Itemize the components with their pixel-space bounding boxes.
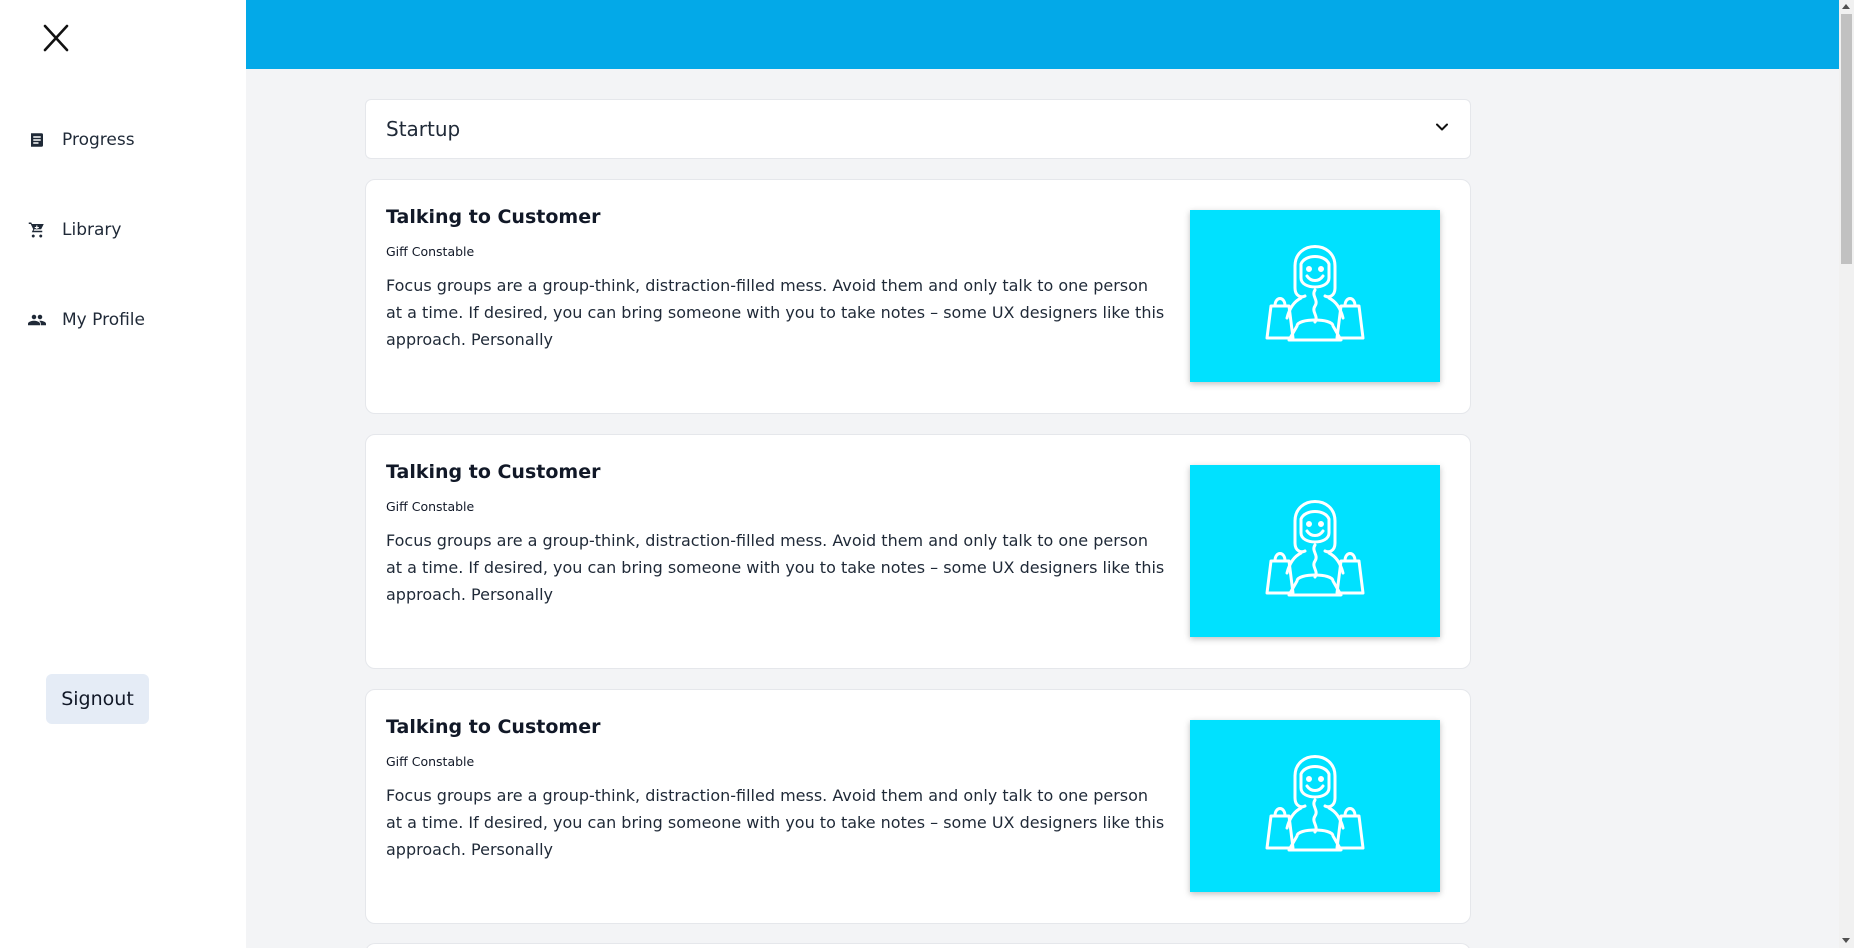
category-select-value: Startup	[386, 117, 461, 141]
book-card[interactable]: Talking to Customer Giff Constable Focus…	[365, 434, 1471, 669]
card-author: Giff Constable	[386, 754, 475, 769]
card-description: Focus groups are a group-think, distract…	[386, 786, 1165, 859]
top-bar	[246, 0, 1839, 69]
scrollbar-thumb[interactable]	[1841, 14, 1852, 264]
card-title: Talking to Customer	[386, 461, 601, 483]
card-thumbnail	[1190, 465, 1440, 637]
sidebar-item-label: Progress	[62, 130, 135, 150]
scroll-down-icon[interactable]	[1842, 938, 1850, 943]
sidebar-item-library[interactable]: Library	[26, 210, 121, 250]
card-description: Focus groups are a group-think, distract…	[386, 276, 1165, 349]
page-scrollbar[interactable]	[1839, 0, 1854, 948]
people-icon	[26, 309, 48, 331]
cart-icon	[26, 219, 48, 241]
category-select[interactable]: Startup	[365, 99, 1471, 159]
book-card[interactable]: Talking to Customer Giff Constable Focus…	[365, 179, 1471, 414]
shopper-icon	[1265, 500, 1365, 597]
card-author: Giff Constable	[386, 499, 475, 514]
sidebar: Progress Library My Profile Signout	[0, 0, 246, 948]
sidebar-item-my-profile[interactable]: My Profile	[26, 300, 145, 340]
card-thumbnail	[1190, 720, 1440, 892]
close-icon[interactable]	[38, 20, 74, 56]
card-author: Giff Constable	[386, 244, 475, 259]
sidebar-item-progress[interactable]: Progress	[26, 120, 135, 160]
main-content: Startup Talking to Customer Giff Constab…	[246, 69, 1839, 948]
clipboard-icon	[26, 129, 48, 151]
book-card[interactable]: Talking to Customer Giff Constable Focus…	[365, 689, 1471, 924]
signout-button[interactable]: Signout	[46, 674, 149, 724]
shopper-icon	[1265, 755, 1365, 852]
card-title: Talking to Customer	[386, 206, 601, 228]
card-description: Focus groups are a group-think, distract…	[386, 531, 1165, 604]
chevron-down-icon	[1434, 119, 1450, 139]
card-title: Talking to Customer	[386, 716, 601, 738]
sidebar-item-label: Library	[62, 220, 122, 240]
book-card[interactable]	[365, 943, 1471, 948]
sidebar-item-label: My Profile	[62, 310, 145, 330]
shopper-icon	[1265, 245, 1365, 342]
scroll-up-icon[interactable]	[1842, 4, 1850, 9]
card-thumbnail	[1190, 210, 1440, 382]
